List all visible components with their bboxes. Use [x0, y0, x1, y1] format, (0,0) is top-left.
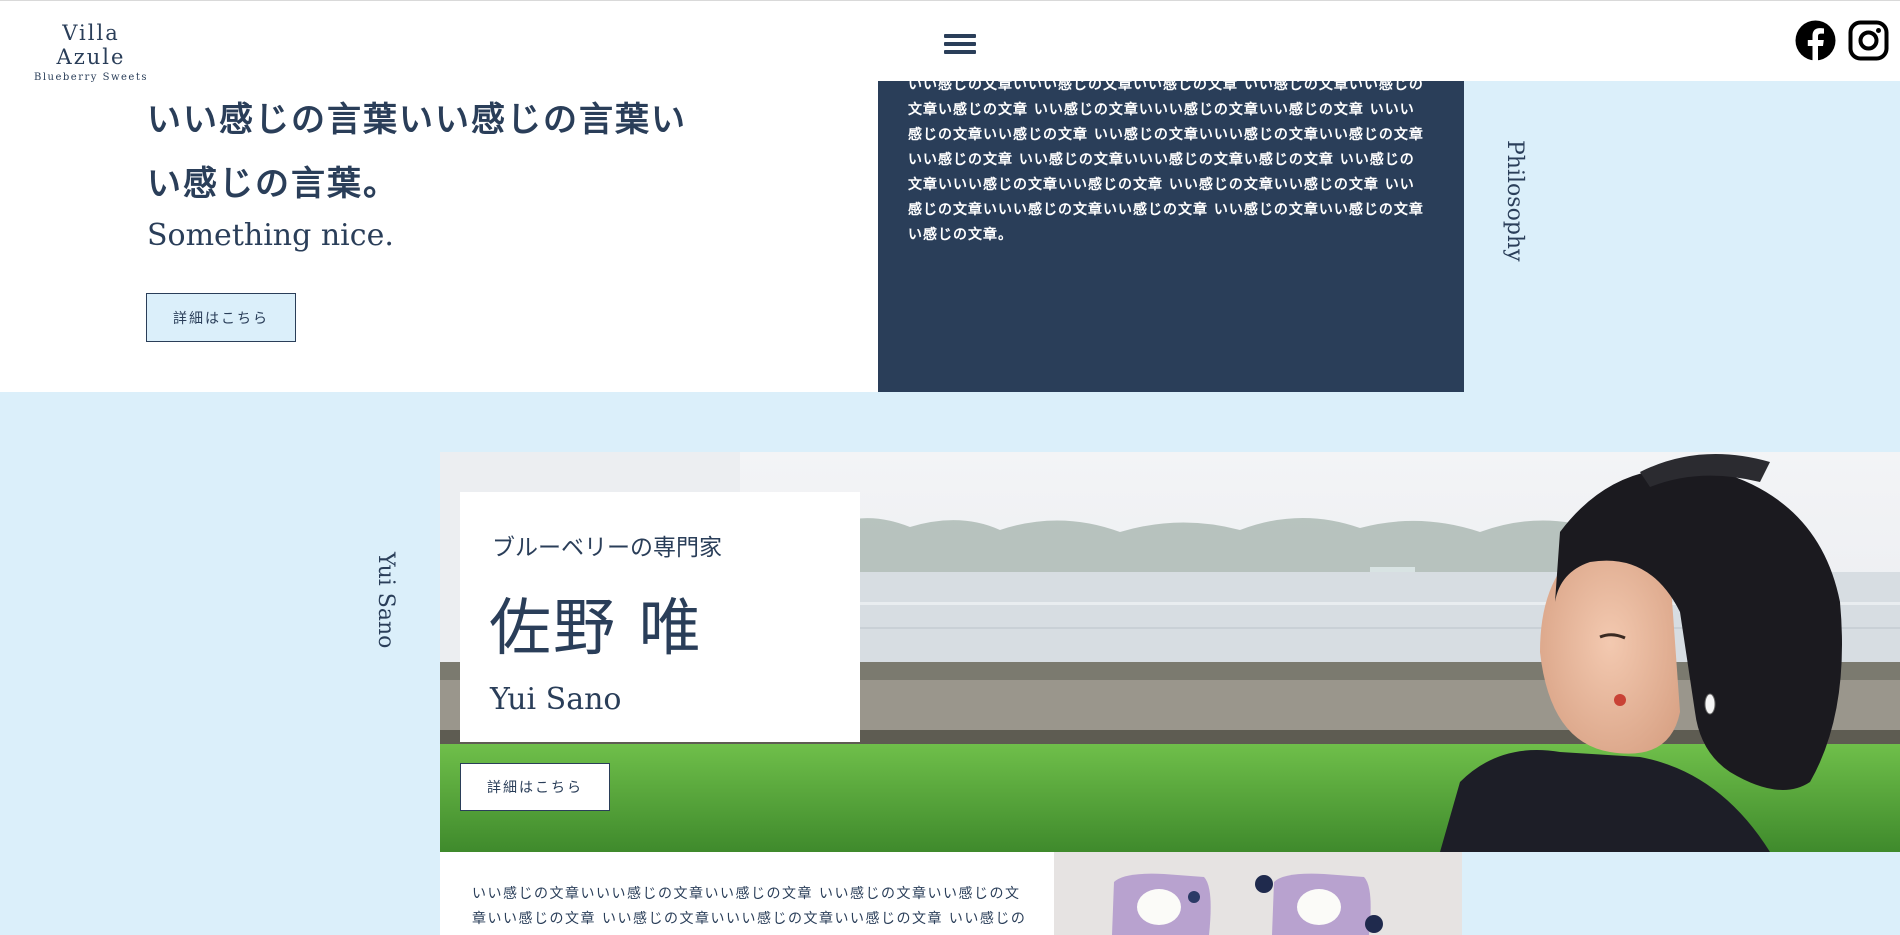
logo-name: Villa Azule	[56, 21, 126, 69]
philosophy-body-text: いい感じの文章いいい感じの文章いい感じの文章 いい感じの文章いい感じの文章い感じ…	[908, 81, 1424, 243]
profile-section-label: Yui Sano	[373, 552, 398, 649]
philosophy-section-label: Philosophy	[1502, 140, 1527, 262]
profile-description-text: いい感じの文章いいい感じの文章いい感じの文章 いい感じの文章いい感じの文章いい感…	[472, 886, 1027, 927]
site-header: Villa Azule Blueberry Sweets	[0, 0, 1900, 83]
hero-text-block: いい感じの言葉いい感じの言葉い い感じの言葉。 Something nice.	[147, 88, 737, 253]
hero-heading-line2: い感じの言葉。	[147, 164, 399, 204]
facebook-icon[interactable]	[1795, 20, 1836, 62]
hero-details-button[interactable]: 詳細はこちら	[146, 293, 296, 342]
hero-heading-line1: いい感じの言葉いい感じの言葉い	[147, 100, 687, 140]
site-logo[interactable]: Villa Azule Blueberry Sweets	[30, 21, 152, 83]
dessert-photo	[1054, 852, 1462, 935]
hero-subheading: Something nice.	[147, 218, 394, 253]
philosophy-side-panel	[1464, 81, 1900, 392]
profile-name-en: Yui Sano	[490, 682, 622, 717]
philosophy-text-panel: いい感じの文章いいい感じの文章いい感じの文章 いい感じの文章いい感じの文章い感じ…	[878, 81, 1464, 392]
profile-name-ja: 佐野 唯	[489, 591, 703, 664]
logo-tagline: Blueberry Sweets	[33, 72, 148, 83]
instagram-icon[interactable]	[1848, 20, 1889, 61]
profile-card: ブルーベリーの専門家 佐野 唯 Yui Sano	[460, 492, 860, 742]
profile-subtitle: ブルーベリーの専門家	[492, 535, 722, 561]
hamburger-menu-icon[interactable]	[944, 34, 976, 56]
profile-details-button[interactable]: 詳細はこちら	[460, 763, 610, 811]
profile-description-box: いい感じの文章いいい感じの文章いい感じの文章 いい感じの文章いい感じの文章いい感…	[440, 852, 1054, 935]
